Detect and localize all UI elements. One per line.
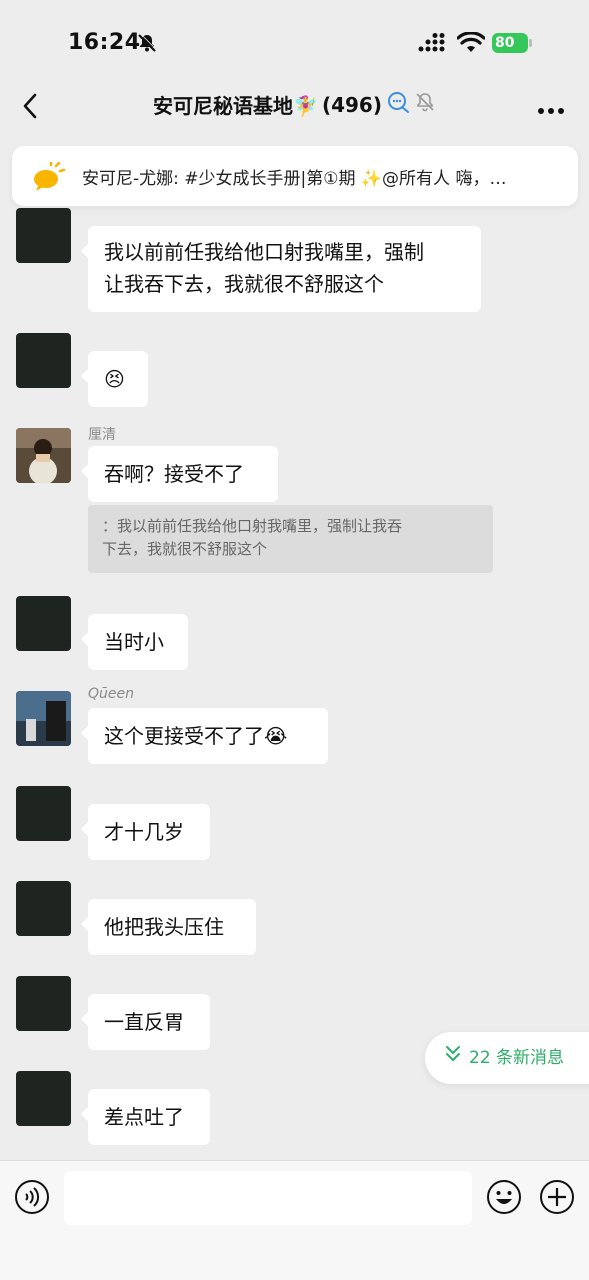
battery-indicator: 80 <box>492 33 532 53</box>
message-bubble[interactable]: 才十几岁 <box>81 804 210 860</box>
pinned-announcement[interactable]: 安可尼-尤娜: #少女成长手册|第①期 ✨@所有人 嗨，… <box>12 146 578 206</box>
message-bubble[interactable]: 吞啊？接受不了 <box>81 446 278 502</box>
signal-icon <box>418 33 448 57</box>
more-icon[interactable] <box>537 100 565 114</box>
plus-icon[interactable] <box>539 1179 575 1219</box>
message-text: 吞啊？接受不了 <box>104 462 244 486</box>
member-count: (496) <box>321 92 382 117</box>
group-name: 安可尼秘语基地🧚‍♀️ <box>153 94 318 118</box>
chat-title[interactable]: 安可尼秘语基地🧚‍♀️ (496) <box>0 90 589 119</box>
message-bubble[interactable]: 一直反胃 <box>81 994 210 1050</box>
avatar[interactable] <box>16 976 71 1031</box>
status-bar: 16:24 80 <box>0 0 589 80</box>
message-bubble[interactable]: 差点吐了 <box>81 1089 210 1145</box>
message-bubble[interactable]: 他把我头压住 <box>81 899 256 955</box>
message-text: 一直反胃 <box>104 1010 184 1034</box>
avatar[interactable] <box>16 786 71 841</box>
quoted-message[interactable]: ：我以前前任我给他口射我嘴里，强制让我吞 下去，我就很不舒服这个 <box>88 505 493 573</box>
input-bar <box>0 1160 589 1280</box>
battery-level: 80 <box>492 33 528 53</box>
sender-name: Qūeen <box>88 686 134 702</box>
emoji-icon[interactable] <box>486 1179 522 1219</box>
quote-text-line: 下去，我就很不舒服这个 <box>102 540 268 558</box>
chat-bubble-icon <box>386 91 410 118</box>
avatar[interactable] <box>16 596 71 651</box>
message-bubble[interactable]: 我以前前任我给他口射我嘴里，强制 让我吞下去，我就很不舒服这个 <box>81 226 481 312</box>
new-messages-label: 22 条新消息 <box>469 1048 565 1068</box>
chat-header: 安可尼秘语基地🧚‍♀️ (496) <box>0 80 589 132</box>
message-text: 差点吐了 <box>104 1105 184 1129</box>
message-text: 才十几岁 <box>104 820 184 844</box>
message-text: 当时小 <box>104 630 164 654</box>
avatar[interactable] <box>16 428 71 483</box>
mute-bell-icon <box>414 91 436 118</box>
new-messages-button[interactable]: 22 条新消息 <box>425 1032 589 1084</box>
message-bubble[interactable]: 😣 <box>81 351 148 407</box>
announcement-icon <box>32 161 66 196</box>
avatar[interactable] <box>16 881 71 936</box>
message-input[interactable] <box>64 1171 472 1225</box>
avatar[interactable] <box>16 333 71 388</box>
quote-text-line: ：我以前前任我给他口射我嘴里，强制让我吞 <box>102 517 403 535</box>
sender-name: 厘清 <box>88 427 116 443</box>
voice-icon[interactable] <box>14 1179 50 1219</box>
avatar[interactable] <box>16 691 71 746</box>
message-text: 这个更接受不了了😭 <box>104 724 288 748</box>
message-bubble[interactable]: 这个更接受不了了😭 <box>81 708 328 764</box>
message-text: 😣 <box>104 367 125 391</box>
double-chevron-down-icon <box>445 1032 461 1084</box>
wifi-icon <box>456 31 486 58</box>
message-text-line: 让我吞下去，我就很不舒服这个 <box>104 272 384 296</box>
message-bubble[interactable]: 当时小 <box>81 614 188 670</box>
message-text-line: 我以前前任我给他口射我嘴里，强制 <box>104 240 424 264</box>
avatar[interactable] <box>16 1071 71 1126</box>
battery-cap <box>529 39 532 47</box>
message-text: 他把我头压住 <box>104 915 224 939</box>
status-time: 16:24 <box>68 30 141 55</box>
announcement-text: 安可尼-尤娜: #少女成长手册|第①期 ✨@所有人 嗨，… <box>82 169 507 189</box>
avatar[interactable] <box>16 208 71 263</box>
muted-bell-icon <box>137 33 157 57</box>
